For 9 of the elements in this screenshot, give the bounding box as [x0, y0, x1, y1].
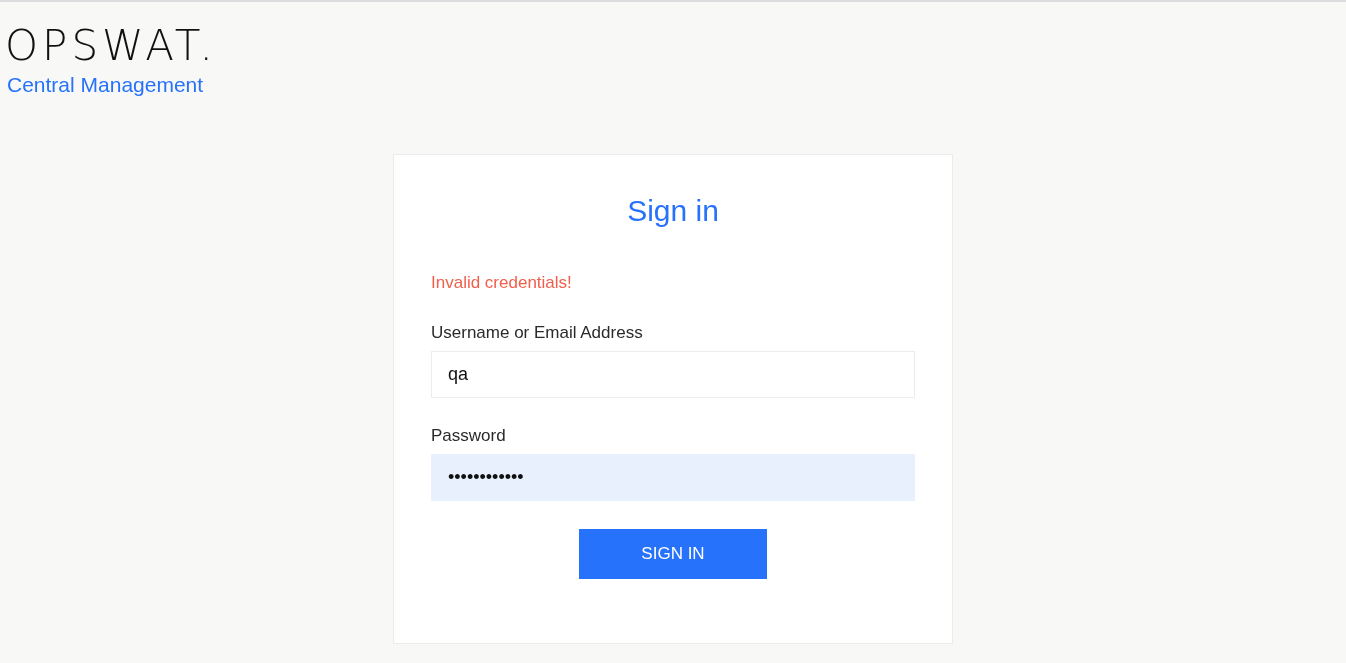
error-message: Invalid credentials! [431, 273, 573, 293]
username-field[interactable]: qa [431, 351, 915, 398]
field-label: Password [431, 426, 507, 446]
form-title: Sign in [626, 193, 720, 229]
sign-in-button[interactable]: SIGN IN [579, 529, 767, 579]
product-name: Central Management [6, 73, 205, 97]
field-label: Username or Email Address [431, 323, 644, 343]
opswat-logo: OPSWAT. [5, 24, 218, 68]
password-field[interactable]: •••••••••••• [431, 454, 915, 501]
